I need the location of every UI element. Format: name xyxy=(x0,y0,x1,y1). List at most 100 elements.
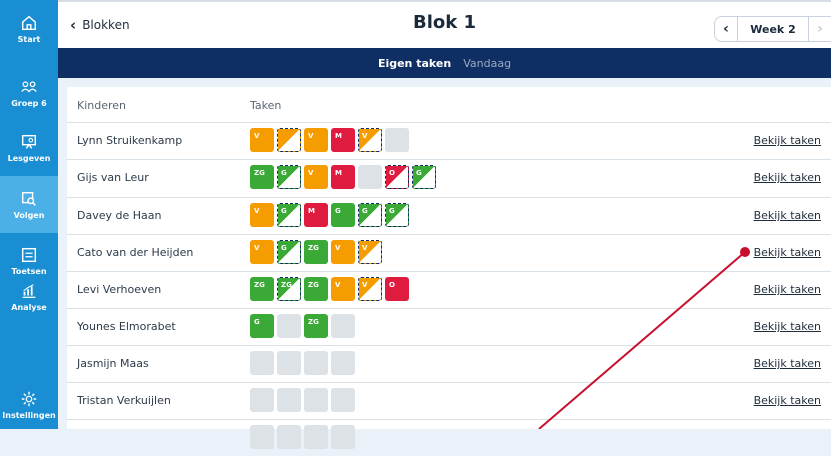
gear-icon xyxy=(21,391,37,406)
task-tile-label: ZG xyxy=(281,281,292,289)
view-tasks-link[interactable]: Bekijk taken xyxy=(754,171,821,184)
task-tile-label: M xyxy=(308,207,315,215)
view-tasks-link[interactable]: Bekijk taken xyxy=(754,283,821,296)
task-tile[interactable]: G xyxy=(277,203,301,227)
sidebar-item-volgen[interactable]: Volgen xyxy=(0,176,58,233)
task-tile-label: V xyxy=(254,132,260,140)
task-tile-label: V xyxy=(362,244,368,252)
task-tile[interactable] xyxy=(331,351,355,375)
task-tile[interactable] xyxy=(277,128,301,152)
task-tile-label: O xyxy=(389,281,395,289)
sidebar-item-label: Lesgeven xyxy=(7,153,51,163)
task-tile[interactable]: G xyxy=(250,314,274,338)
view-tasks-link[interactable]: Bekijk taken xyxy=(754,246,821,259)
task-tile[interactable]: V xyxy=(331,277,355,301)
task-tile[interactable]: V xyxy=(358,240,382,264)
task-tile[interactable]: V xyxy=(358,277,382,301)
task-tiles: G ZG xyxy=(250,314,355,338)
task-tile-label: M xyxy=(335,169,342,177)
task-tile[interactable] xyxy=(385,128,409,152)
task-tiles: ZG ZG ZG V V O xyxy=(250,277,409,301)
sidebar-item-label: Instellingen xyxy=(2,410,56,420)
task-tile[interactable]: ZG xyxy=(304,277,328,301)
task-tile[interactable]: V xyxy=(250,128,274,152)
student-name: Gijs van Leur xyxy=(77,171,149,184)
student-name: Tristan Verkuijlen xyxy=(77,394,171,407)
presentation-icon xyxy=(21,134,37,149)
task-tile[interactable]: V xyxy=(358,128,382,152)
sidebar-item-groep[interactable]: Groep 6 xyxy=(0,64,58,121)
task-tile-label: V xyxy=(308,132,314,140)
task-tile-label: ZG xyxy=(308,244,319,252)
top-bar: ‹ Blokken Blok 1 ‹ Week 2 › xyxy=(58,0,831,48)
task-tile[interactable]: ZG xyxy=(250,277,274,301)
view-tasks-link[interactable]: Bekijk taken xyxy=(754,394,821,407)
sidebar-item-start[interactable]: Start xyxy=(0,0,58,57)
task-tile[interactable]: V xyxy=(331,240,355,264)
task-tile[interactable] xyxy=(304,351,328,375)
task-tile[interactable] xyxy=(331,388,355,412)
task-tile[interactable]: G xyxy=(331,203,355,227)
task-tile[interactable] xyxy=(358,165,382,189)
view-tasks-link[interactable]: Bekijk taken xyxy=(754,357,821,370)
task-tile[interactable]: G xyxy=(277,240,301,264)
task-tile[interactable]: G xyxy=(277,165,301,189)
task-tile[interactable]: O xyxy=(385,165,409,189)
task-tiles: VGMGGG xyxy=(250,203,409,227)
task-tile-label: V xyxy=(335,244,341,252)
next-week-button[interactable]: › xyxy=(808,17,831,41)
table-header: Kinderen Taken xyxy=(67,87,831,121)
student-name: Davey de Haan xyxy=(77,209,162,222)
test-icon xyxy=(21,247,37,262)
task-tile[interactable]: G xyxy=(358,203,382,227)
task-tile-label: G xyxy=(335,207,341,215)
task-tile-label: M xyxy=(335,132,342,140)
table-row: Lynn Struikenkamp V V M V Bekijk taken xyxy=(67,122,831,159)
tab-eigen-taken[interactable]: Eigen taken xyxy=(372,57,457,70)
task-tile[interactable] xyxy=(250,351,274,375)
view-tasks-link[interactable]: Bekijk taken xyxy=(754,134,821,147)
monitor-search-icon xyxy=(21,191,36,206)
sub-navigation: Eigen taken Vandaag xyxy=(58,48,831,78)
task-tile-label: V xyxy=(362,132,368,140)
sidebar-item-lesgeven[interactable]: Lesgeven xyxy=(0,119,58,176)
task-tile[interactable] xyxy=(277,314,301,338)
task-tile[interactable]: G xyxy=(385,203,409,227)
tab-vandaag[interactable]: Vandaag xyxy=(457,57,517,70)
task-tile[interactable]: M xyxy=(331,165,355,189)
task-tile[interactable] xyxy=(304,388,328,412)
task-tile[interactable] xyxy=(331,314,355,338)
task-tile[interactable]: V xyxy=(250,240,274,264)
table-row: Cato van der Heijden V G ZG V V Bekijk taken xyxy=(67,234,831,271)
week-navigator: ‹ Week 2 › xyxy=(714,16,831,42)
task-tile-label: G xyxy=(254,318,260,326)
task-tile[interactable]: V xyxy=(250,203,274,227)
sidebar-item-instellingen[interactable]: Instellingen xyxy=(0,380,58,429)
task-tile-label: ZG xyxy=(308,318,319,326)
table-row: Younes Elmorabet G ZG Bekijk taken xyxy=(67,308,831,345)
task-tile[interactable]: ZG xyxy=(304,240,328,264)
view-tasks-link[interactable]: Bekijk taken xyxy=(754,209,821,222)
task-tile[interactable]: ZG xyxy=(250,165,274,189)
student-name: Levi Verhoeven xyxy=(77,283,162,296)
task-tile[interactable]: M xyxy=(331,128,355,152)
task-tile-label: G xyxy=(389,207,395,215)
table-row: Jasmijn Maas Bekijk taken xyxy=(67,345,831,382)
task-tile[interactable] xyxy=(250,388,274,412)
sidebar-item-label: Start xyxy=(17,34,41,44)
task-tile-label: G xyxy=(281,244,287,252)
view-tasks-link[interactable]: Bekijk taken xyxy=(754,320,821,333)
task-tile[interactable]: ZG xyxy=(277,277,301,301)
task-tile[interactable]: V xyxy=(304,128,328,152)
student-name: Younes Elmorabet xyxy=(77,320,176,333)
sidebar-item-analyse[interactable]: Analyse xyxy=(0,268,58,325)
task-tile[interactable] xyxy=(277,351,301,375)
task-tile[interactable] xyxy=(277,388,301,412)
sidebar-item-label: Volgen xyxy=(13,210,45,220)
task-tile[interactable]: M xyxy=(304,203,328,227)
task-tile[interactable]: O xyxy=(385,277,409,301)
task-tile[interactable]: V xyxy=(304,165,328,189)
task-tile[interactable]: ZG xyxy=(304,314,328,338)
previous-week-button[interactable]: ‹ xyxy=(715,17,738,41)
task-tile[interactable]: G xyxy=(412,165,436,189)
